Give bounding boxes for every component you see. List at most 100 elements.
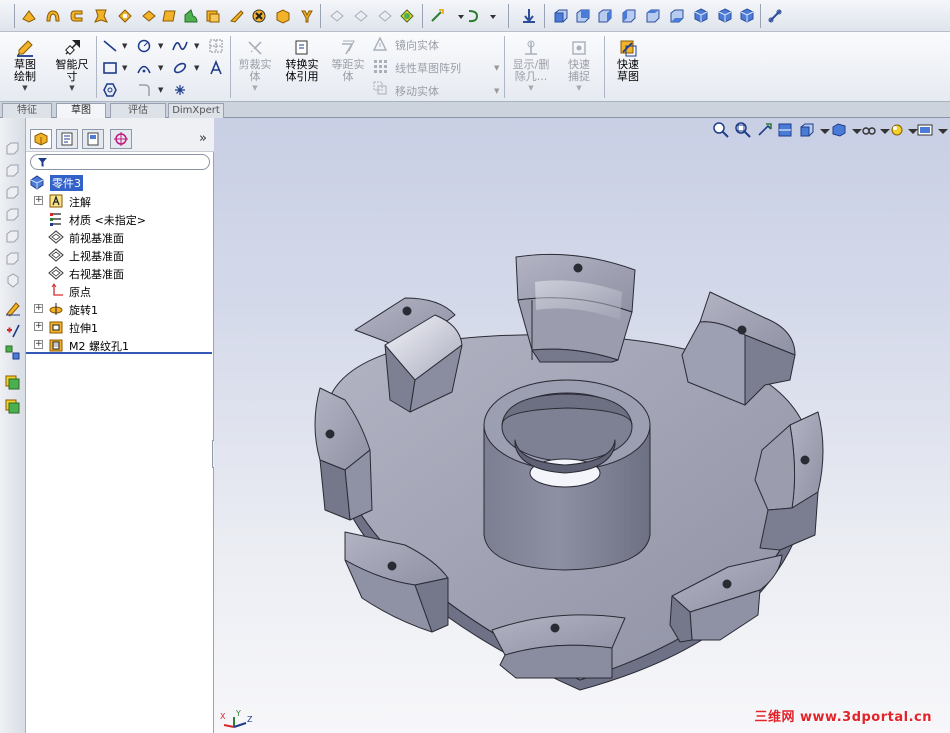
graphics-area[interactable]: X Y Z 三维网 www.3dportal.cn	[214, 118, 950, 733]
layer-icon[interactable]	[4, 374, 21, 391]
tab-evaluate[interactable]: 评估	[110, 103, 166, 118]
feature-tree-filter[interactable]	[30, 154, 210, 170]
arc-icon[interactable]	[136, 60, 152, 76]
rapid-sketch-button[interactable]: 快速草图	[608, 38, 648, 83]
ref-geometry-icon[interactable]	[328, 7, 346, 25]
layer-icon[interactable]	[4, 398, 21, 415]
tree-item[interactable]: + 注解	[26, 192, 212, 210]
bottom-view-icon[interactable]	[668, 7, 686, 25]
convert-entities-button[interactable]: 转换实体引用	[280, 38, 324, 83]
instant3d-icon[interactable]	[398, 7, 416, 25]
chevron-down-icon[interactable]: ▼	[122, 42, 127, 50]
circle-icon[interactable]	[136, 38, 152, 54]
chevron-down-icon[interactable]	[904, 121, 918, 139]
expand-toggle-icon[interactable]: +	[34, 340, 43, 349]
helix-icon[interactable]	[464, 7, 482, 25]
expand-toggle-icon[interactable]: +	[34, 304, 43, 313]
revolve-cut-icon[interactable]	[140, 7, 158, 25]
tree-item[interactable]: 材质 <未指定>	[26, 210, 212, 228]
view-orientation-icon[interactable]	[798, 121, 816, 139]
chevron-down-icon[interactable]: ▼	[158, 42, 163, 50]
shell-icon[interactable]	[204, 7, 222, 25]
point-icon[interactable]	[172, 82, 188, 98]
extrude-cut-icon[interactable]	[116, 7, 134, 25]
display-style-icon[interactable]	[830, 121, 848, 139]
repair-sketch-icon[interactable]	[4, 344, 21, 361]
move-entities-label[interactable]: 移动实体	[395, 83, 439, 99]
chevron-down-icon[interactable]	[816, 121, 830, 139]
ellipse-icon[interactable]	[172, 60, 188, 76]
front-view-icon[interactable]	[552, 7, 570, 25]
offset-entities-button[interactable]: 等距实体	[326, 38, 370, 83]
tree-item[interactable]: 前视基准面	[26, 228, 212, 246]
chevron-down-icon[interactable]	[934, 121, 948, 139]
zoom-to-fit-icon[interactable]	[712, 121, 730, 139]
polygon-icon[interactable]	[102, 82, 118, 98]
linear-pattern-label[interactable]: 线性草图阵列	[395, 60, 461, 76]
smart-dimension-button[interactable]: 智能尺寸 ▼	[50, 38, 94, 92]
chevron-down-icon[interactable]: ▼	[194, 42, 199, 50]
fillet-icon[interactable]	[160, 7, 178, 25]
dome-icon[interactable]	[298, 7, 316, 25]
expand-toggle-icon[interactable]: +	[34, 322, 43, 331]
display-delete-relations-button[interactable]: 显示/删除几... ▼	[508, 38, 554, 92]
chevron-down-icon[interactable]	[848, 121, 862, 139]
move-entities-icon[interactable]	[372, 80, 388, 96]
spline-icon[interactable]	[172, 38, 188, 54]
sketch-grid-icon[interactable]	[208, 38, 224, 54]
chamfer-icon[interactable]	[182, 7, 200, 25]
tree-item[interactable]: 右视基准面	[26, 264, 212, 282]
tree-item[interactable]: 原点	[26, 282, 212, 300]
dropdown-caret-icon[interactable]	[484, 7, 502, 25]
ref-axis-icon[interactable]	[352, 7, 370, 25]
tab-feature-tree[interactable]	[30, 129, 52, 149]
line-icon[interactable]	[102, 38, 118, 54]
tree-item[interactable]: + 拉伸1	[26, 318, 212, 336]
view-box-icon[interactable]	[4, 184, 21, 201]
view-box-icon[interactable]	[4, 228, 21, 245]
left-view-icon[interactable]	[596, 7, 614, 25]
edit-sketch-icon[interactable]	[4, 300, 21, 317]
tree-item[interactable]: + 旋转1	[26, 300, 212, 318]
expand-toggle-icon[interactable]: +	[34, 196, 43, 205]
tab-features[interactable]: 特征	[2, 103, 52, 118]
top-view-icon[interactable]	[644, 7, 662, 25]
trimetric-view-icon[interactable]	[716, 7, 734, 25]
wrap-icon[interactable]	[274, 7, 292, 25]
view-box-icon[interactable]	[4, 250, 21, 267]
trim-entities-button[interactable]: 剪裁实体 ▼	[234, 38, 276, 92]
quick-snaps-button[interactable]: 快速捕捉 ▼	[557, 38, 601, 92]
rib-icon[interactable]	[228, 7, 246, 25]
tree-root-part[interactable]: 零件3	[26, 173, 212, 191]
chevron-down-icon[interactable]	[876, 121, 890, 139]
text-icon[interactable]	[208, 60, 224, 76]
chevron-down-icon[interactable]: ▼	[158, 64, 163, 72]
back-view-icon[interactable]	[574, 7, 592, 25]
chevron-down-icon[interactable]: ▼	[494, 64, 499, 72]
right-view-icon[interactable]	[620, 7, 638, 25]
view-box-icon[interactable]	[4, 206, 21, 223]
link-views-icon[interactable]	[766, 7, 784, 25]
curves-icon[interactable]	[428, 7, 446, 25]
zoom-to-area-icon[interactable]	[734, 121, 752, 139]
view-box-icon[interactable]	[4, 272, 21, 289]
fillet-sketch-icon[interactable]	[136, 82, 152, 98]
chevron-down-icon[interactable]: ▼	[122, 64, 127, 72]
tab-sketch[interactable]: 草图	[56, 103, 106, 118]
more-tabs-chevron[interactable]: »	[199, 131, 207, 146]
extrude-boss-icon[interactable]	[20, 7, 38, 25]
normal-to-icon[interactable]	[520, 7, 538, 25]
chevron-down-icon[interactable]: ▼	[494, 87, 499, 95]
mirror-icon[interactable]	[372, 36, 388, 52]
view-box-icon[interactable]	[4, 140, 21, 157]
linear-pattern-icon[interactable]	[372, 58, 388, 74]
view-settings-icon[interactable]	[916, 121, 934, 139]
loft-boss-icon[interactable]	[92, 7, 110, 25]
revolve-boss-icon[interactable]	[44, 7, 62, 25]
dimetric-view-icon[interactable]	[738, 7, 756, 25]
tab-dimxpert-manager[interactable]	[110, 129, 132, 149]
rectangle-icon[interactable]	[102, 60, 118, 76]
chevron-down-icon[interactable]: ▼	[194, 64, 199, 72]
tab-dimxpert[interactable]: DimXpert	[168, 103, 224, 118]
draft-icon[interactable]	[250, 7, 268, 25]
